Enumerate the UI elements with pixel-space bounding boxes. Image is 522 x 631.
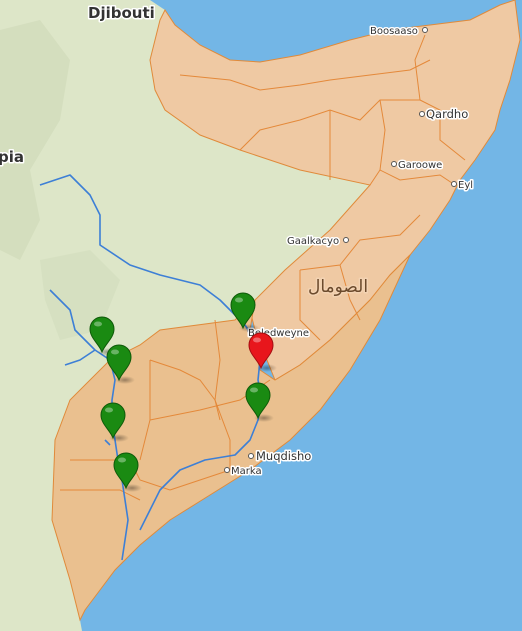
pin-highlight (105, 407, 113, 413)
label-djibouti: Djibouti (88, 4, 155, 22)
label-eyl: Eyl (458, 180, 473, 191)
pin-highlight (118, 457, 126, 463)
muqdisho-dot (248, 453, 254, 459)
label-marka: Marka (231, 466, 262, 477)
label-garoowe: Garoowe (398, 160, 442, 171)
qardho-dot (419, 111, 425, 117)
label-boosaaso: Boosaaso (370, 26, 418, 37)
pin-highlight (235, 297, 243, 303)
eyl-dot (451, 181, 457, 187)
boosaaso-dot (422, 27, 428, 33)
pin-highlight (111, 349, 119, 355)
label-gaalkacyo: Gaalkacyo (287, 236, 339, 247)
pin-highlight (250, 387, 258, 393)
label-somalia: الصومال (308, 277, 368, 297)
label-muqdisho: Muqdisho (256, 449, 311, 463)
pin-highlight (94, 321, 102, 327)
marka-dot (224, 467, 230, 473)
map-canvas[interactable]: Djibouti pia Boosaaso Qardho Garoowe Eyl… (0, 0, 522, 631)
label-qardho: Qardho (426, 107, 468, 121)
map-view[interactable]: Djibouti pia Boosaaso Qardho Garoowe Eyl… (0, 0, 522, 631)
label-ethiopia: pia (0, 148, 24, 166)
garoowe-dot (391, 161, 397, 167)
pin-highlight (253, 337, 261, 343)
gaalkacyo-dot (343, 237, 349, 243)
